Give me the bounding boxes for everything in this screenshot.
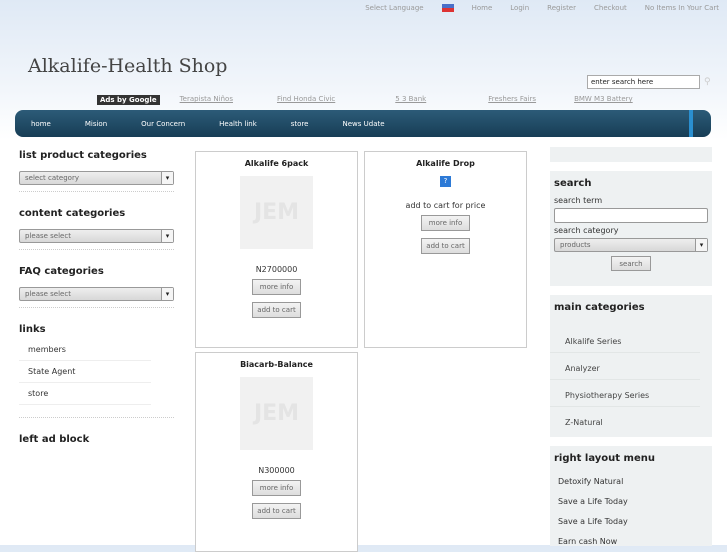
faq-category-select[interactable]: please select ▾ [19,287,174,301]
top-search-input[interactable]: enter search here [587,75,700,89]
login-link[interactable]: Login [510,4,529,12]
search-category-select[interactable]: products ▾ [554,238,708,252]
product-price: add to cart for price [405,201,486,210]
select-value: please select [25,290,71,298]
menu-earn-cash[interactable]: Earn cash Now [550,532,712,552]
search-button[interactable]: search [611,256,651,271]
category-analyzer[interactable]: Analyzer [550,353,700,380]
dropdown-arrow-icon: ▾ [161,288,173,300]
select-value: products [560,241,591,249]
checkout-link[interactable]: Checkout [594,4,627,12]
dropdown-arrow-icon: ▾ [695,239,707,251]
content-category-select[interactable]: please select ▾ [19,229,174,243]
link-members[interactable]: members [19,339,151,361]
search-title: search [554,178,592,189]
nav-divider [689,110,693,137]
right-top-block [550,147,712,162]
category-physiotherapy[interactable]: Physiotherapy Series [550,380,700,407]
add-to-cart-button[interactable]: add to cart [252,302,301,318]
product-card: Alkalife Drop ? add to cart for price mo… [364,151,527,348]
dropdown-arrow-icon: ▾ [161,172,173,184]
home-link[interactable]: Home [472,4,493,12]
links-title: links [19,324,46,335]
select-language[interactable]: Select Language [365,4,423,12]
nav-mision[interactable]: Mision [85,120,107,128]
ad-link[interactable]: 5 3 Bank [395,95,426,105]
nav-home[interactable]: home [31,120,51,128]
main-categories-title: main categories [554,302,645,313]
nav-our-concern[interactable]: Our Concern [141,120,185,128]
register-link[interactable]: Register [547,4,576,12]
menu-detoxify[interactable]: Detoxify Natural [550,472,712,492]
search-block: search search term search category produ… [550,171,712,286]
ad-link[interactable]: BMW M3 Battery [574,95,633,105]
product-card: Biacarb-Balance JEM N300000 more info ad… [195,352,358,552]
product-price: N2700000 [255,265,298,274]
top-links: Select Language Home Login Register Chec… [365,4,719,12]
nav-store[interactable]: store [291,120,309,128]
ads-bar: Ads by Google Terapista Niños Find Honda… [97,95,677,105]
site-title[interactable]: Alkalife-Health Shop [28,55,227,77]
dropdown-arrow-icon: ▾ [161,230,173,242]
link-state-agent[interactable]: State Agent [19,361,151,383]
search-icon[interactable]: ⚲ [704,77,711,87]
missing-image-icon[interactable]: ? [440,176,451,187]
ads-label[interactable]: Ads by Google [97,95,160,105]
menu-save-a-life[interactable]: Save a Life Today [550,512,712,532]
add-to-cart-button[interactable]: add to cart [252,503,301,519]
product-card: Alkalife 6pack JEM N2700000 more info ad… [195,151,358,348]
main-nav: home Mision Our Concern Health link stor… [15,110,711,137]
ad-link[interactable]: Freshers Fairs [488,95,536,105]
select-value: please select [25,232,71,240]
search-term-input[interactable] [554,208,708,223]
more-info-button[interactable]: more info [421,215,470,231]
product-image[interactable]: JEM [240,377,313,450]
right-layout-menu-title: right layout menu [554,453,655,464]
more-info-button[interactable]: more info [252,480,301,496]
category-alkalife-series[interactable]: Alkalife Series [550,326,700,353]
product-image[interactable]: JEM [240,176,313,249]
ad-link[interactable]: Find Honda Civic [277,95,335,105]
right-layout-menu: right layout menu Detoxify Natural Save … [550,446,712,546]
product-price: N300000 [258,466,295,475]
menu-save-a-life[interactable]: Save a Life Today [550,492,712,512]
left-ad-block-title: left ad block [19,434,90,445]
content-categories-title: content categories [19,208,126,219]
product-name[interactable]: Alkalife 6pack [196,159,357,168]
product-categories-title: list product categories [19,150,147,161]
product-name[interactable]: Alkalife Drop [365,159,526,168]
more-info-button[interactable]: more info [252,279,301,295]
ad-link[interactable]: Terapista Niños [180,95,233,105]
search-term-label: search term [554,196,603,205]
link-store[interactable]: store [19,383,151,405]
cart-status[interactable]: No Items In Your Cart [645,4,719,12]
nav-news[interactable]: News Udate [342,120,384,128]
faq-categories-title: FAQ categories [19,266,104,277]
select-value: select category [25,174,79,182]
flag-icon[interactable] [441,4,454,12]
nav-health-link[interactable]: Health link [219,120,257,128]
product-name[interactable]: Biacarb-Balance [196,360,357,369]
search-category-label: search category [554,226,619,235]
main-categories-block: main categories Alkalife Series Analyzer… [550,295,712,437]
left-sidebar: list product categories select category ▾… [19,150,174,455]
category-z-natural[interactable]: Z-Natural [550,407,700,434]
product-category-select[interactable]: select category ▾ [19,171,174,185]
add-to-cart-button[interactable]: add to cart [421,238,470,254]
